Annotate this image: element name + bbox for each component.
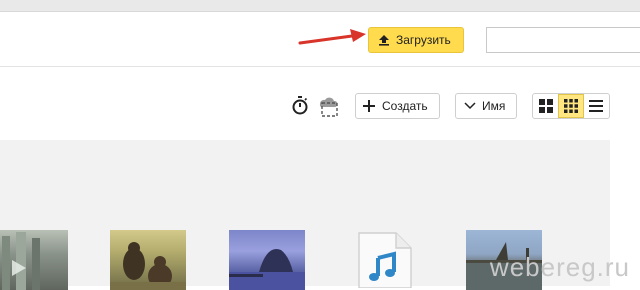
photo-thumbnail[interactable] [110, 230, 186, 290]
music-file-icon[interactable] [358, 232, 412, 288]
sort-label: Имя [482, 99, 506, 113]
photo-building-image [2, 232, 40, 290]
sort-dropdown[interactable]: Имя [455, 93, 517, 119]
timer-icon[interactable] [291, 95, 309, 115]
upload-icon [379, 35, 389, 46]
view-large-tiles-icon [538, 99, 553, 113]
create-button[interactable]: Создать [355, 93, 440, 119]
view-switcher [532, 93, 610, 119]
view-small-tiles-button[interactable] [558, 94, 584, 118]
photo-thumbnail[interactable] [0, 230, 68, 290]
watermark: webereg.ru [489, 252, 630, 282]
upload-button[interactable]: Загрузить [368, 27, 464, 53]
view-large-tiles-button[interactable] [533, 94, 558, 118]
photo-sea-rock-image [229, 248, 305, 290]
view-list-button[interactable] [584, 94, 609, 118]
chevron-down-icon [464, 102, 476, 110]
photo-bears-image [110, 242, 186, 290]
view-small-tiles-icon [564, 99, 578, 113]
red-pointer-arrow-icon [298, 29, 366, 45]
plus-icon [363, 100, 375, 112]
photo-thumbnail[interactable] [229, 230, 305, 290]
create-button-label: Создать [382, 99, 428, 113]
search-input[interactable] [486, 27, 640, 53]
upload-button-label: Загрузить [396, 33, 451, 47]
browser-top-strip [0, 0, 640, 12]
view-list-icon [589, 100, 604, 112]
cloud-select-icon[interactable] [316, 94, 340, 118]
